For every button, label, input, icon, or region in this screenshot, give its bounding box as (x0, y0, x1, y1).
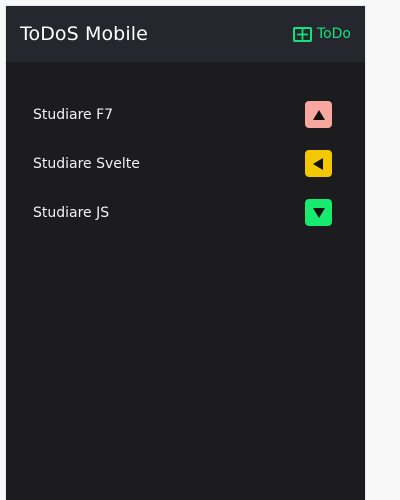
app-title: ToDoS Mobile (20, 22, 148, 45)
priority-up-button[interactable] (305, 101, 332, 128)
todo-item: Studiare F7 (6, 90, 365, 139)
todo-item: Studiare JS (6, 188, 365, 237)
top-navbar: ToDoS Mobile ToDo (6, 6, 365, 62)
priority-down-button[interactable] (305, 199, 332, 226)
add-todo-label: ToDo (316, 26, 351, 42)
mobile-app-screen: ToDoS Mobile ToDo Studiare F7 Studiare S… (6, 6, 365, 500)
todo-list: Studiare F7 Studiare Svelte Studiare JS (6, 62, 365, 237)
arrow-left-icon (313, 157, 323, 170)
priority-left-button[interactable] (305, 150, 332, 177)
todo-text: Studiare Svelte (33, 155, 140, 172)
todo-text: Studiare F7 (33, 106, 114, 123)
add-todo-button[interactable]: ToDo (292, 26, 351, 42)
todo-text: Studiare JS (33, 204, 110, 221)
arrow-up-icon (312, 109, 325, 120)
plus-icon (292, 26, 312, 42)
arrow-down-icon (312, 208, 325, 218)
todo-item: Studiare Svelte (6, 139, 365, 188)
